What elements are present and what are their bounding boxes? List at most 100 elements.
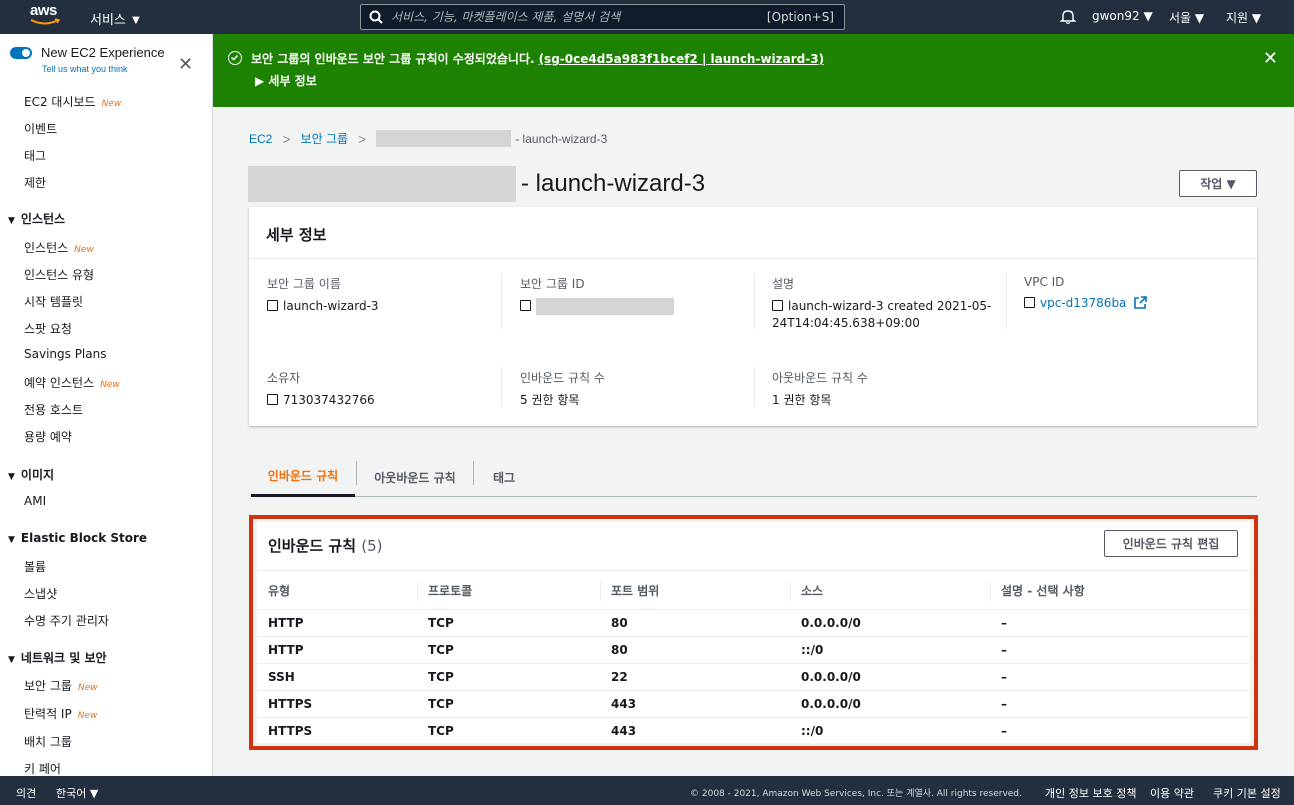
cell-source: ::/0 <box>790 636 990 664</box>
actions-button[interactable]: 작업 ▼ <box>1179 170 1257 197</box>
cell-protocol: TCP <box>417 609 600 637</box>
new-badge: New <box>100 380 120 390</box>
sidebar: New EC2 Experience Tell us what you thin… <box>0 34 213 776</box>
external-link-icon[interactable] <box>1134 296 1148 309</box>
cookie-preferences-link[interactable]: 쿠키 기본 설정 <box>1213 785 1281 801</box>
copy-icon[interactable] <box>772 300 783 311</box>
terms-link[interactable]: 이용 약관 <box>1150 785 1194 801</box>
sidebar-item-dedicated-hosts[interactable]: 전용 호스트 <box>24 401 83 418</box>
divider <box>1006 273 1007 329</box>
sidebar-section-instances[interactable]: ▼ 인스턴스 <box>8 210 65 227</box>
caret-down-icon: ▼ <box>8 216 15 226</box>
sidebar-item-ami[interactable]: AMI <box>24 494 46 508</box>
sidebar-section-network-security[interactable]: ▼ 네트워크 및 보안 <box>8 649 107 666</box>
new-badge: New <box>77 683 98 693</box>
rules-count: (5) <box>361 537 383 555</box>
sidebar-item-elastic-ips[interactable]: 탄력적 IP New <box>24 705 97 722</box>
vpc-link[interactable]: vpc-d13786ba <box>1040 296 1126 310</box>
copy-icon[interactable] <box>1024 297 1035 308</box>
sidebar-item-key-pairs[interactable]: 키 페어 <box>24 760 61 776</box>
copy-icon[interactable] <box>520 300 531 311</box>
search-input[interactable] <box>391 10 767 24</box>
page-title: - launch-wizard-3 <box>521 170 706 197</box>
support-menu[interactable]: 지원 ▼ <box>1226 9 1261 26</box>
inbound-rules-table: 유형 프로토콜 포트 범위 소스 설명 - 선택 사항 HTTP TCP 80 … <box>257 570 1250 745</box>
sidebar-item-limits[interactable]: 제한 <box>24 174 46 191</box>
column-header-type[interactable]: 유형 <box>257 570 417 610</box>
language-select[interactable]: 한국어 ▼ <box>56 785 98 801</box>
user-menu[interactable]: gwon92 ▼ <box>1092 9 1153 23</box>
feedback-link[interactable]: Tell us what you think <box>42 64 128 74</box>
flash-message: 보안 그룹의 인바운드 보안 그룹 규칙이 수정되었습니다. (sg-0ce4d5… <box>251 52 825 66</box>
chevron-right-icon: > <box>358 130 367 147</box>
divider <box>754 273 755 329</box>
divider <box>501 367 502 407</box>
sidebar-section-ebs[interactable]: ▼ Elastic Block Store <box>8 531 147 545</box>
sidebar-item-volumes[interactable]: 볼륨 <box>24 558 46 575</box>
column-header-protocol[interactable]: 프로토콜 <box>417 570 600 610</box>
sidebar-item-placement-groups[interactable]: 배치 그룹 <box>24 733 72 750</box>
tab-outbound-rules[interactable]: 아웃바운드 규칙 <box>357 457 473 497</box>
field-sg-name: 보안 그룹 이름 launch-wizard-3 <box>267 277 379 313</box>
cell-description: – <box>990 717 1250 745</box>
cell-source: ::/0 <box>790 717 990 745</box>
inbound-rules-panel: 인바운드 규칙 (5) 인바운드 규칙 편집 유형 프로토콜 포트 범위 소스 … <box>257 522 1250 745</box>
check-circle-icon <box>228 51 242 65</box>
aws-logo[interactable]: aws <box>30 3 62 31</box>
breadcrumb: EC2 > 보안 그룹 > - launch-wizard-3 <box>249 130 607 147</box>
sidebar-item-snapshots[interactable]: 스냅샷 <box>24 585 57 602</box>
footer: 의견 한국어 ▼ © 2008 - 2021, Amazon Web Servi… <box>0 776 1294 805</box>
cell-type: HTTP <box>257 636 417 664</box>
copy-icon[interactable] <box>267 394 278 405</box>
tab-inbound-rules[interactable]: 인바운드 규칙 <box>251 457 355 497</box>
field-outbound-count: 아웃바운드 규칙 수 1 권한 항목 <box>772 371 868 407</box>
bell-icon[interactable] <box>1059 9 1077 27</box>
tab-bar: 인바운드 규칙 아웃바운드 규칙 태그 <box>251 457 1257 497</box>
cell-source: 0.0.0.0/0 <box>790 609 990 637</box>
new-badge: New <box>74 245 94 255</box>
details-heading: 세부 정보 <box>249 207 1257 259</box>
new-badge: New <box>101 99 122 109</box>
region-menu[interactable]: 서울 ▼ <box>1169 9 1204 26</box>
field-vpc-id: VPC ID vpc-d13786ba <box>1024 275 1264 312</box>
copy-icon[interactable] <box>267 300 278 311</box>
tab-tags[interactable]: 태그 <box>474 457 534 497</box>
sidebar-item-capacity-reservations[interactable]: 용량 예약 <box>24 428 72 445</box>
cell-port-range: 22 <box>600 663 790 691</box>
breadcrumb-security-groups[interactable]: 보안 그룹 <box>301 130 349 147</box>
security-group-link[interactable]: (sg-0ce4d5a983f1bcef2 | launch-wizard-3) <box>539 52 825 66</box>
sidebar-item-savings-plans[interactable]: Savings Plans <box>24 347 106 361</box>
field-owner: 소유자 713037432766 <box>267 371 375 407</box>
privacy-link[interactable]: 개인 정보 보호 정책 <box>1045 785 1136 801</box>
flash-details-toggle[interactable]: ▶ 세부 정보 <box>255 72 317 89</box>
sidebar-item-security-groups[interactable]: 보안 그룹 New <box>24 677 98 694</box>
close-icon[interactable]: ✕ <box>178 54 193 75</box>
sidebar-item-reserved-instances[interactable]: 예약 인스턴스 New <box>24 374 120 391</box>
column-header-source[interactable]: 소스 <box>790 570 990 610</box>
sidebar-item-spot-requests[interactable]: 스팟 요청 <box>24 320 72 337</box>
sidebar-item-lifecycle-manager[interactable]: 수명 주기 관리자 <box>24 612 109 629</box>
caret-down-icon: ▼ <box>8 535 15 545</box>
field-sg-id: 보안 그룹 ID <box>520 275 760 315</box>
sidebar-item-dashboard[interactable]: EC2 대시보드 New <box>24 93 121 110</box>
sidebar-item-events[interactable]: 이벤트 <box>24 120 57 137</box>
new-experience-toggle-row: New EC2 Experience Tell us what you thin… <box>10 44 205 78</box>
sidebar-section-images[interactable]: ▼ 이미지 <box>8 466 54 483</box>
global-search[interactable]: [Option+S] <box>360 4 845 30</box>
cell-description: – <box>990 636 1250 664</box>
inbound-rules-heading: 인바운드 규칙 (5) <box>268 537 383 555</box>
edit-inbound-rules-button[interactable]: 인바운드 규칙 편집 <box>1104 530 1238 557</box>
breadcrumb-ec2[interactable]: EC2 <box>249 132 272 146</box>
sidebar-item-instance-types[interactable]: 인스턴스 유형 <box>24 266 94 283</box>
new-experience-toggle[interactable] <box>10 47 32 59</box>
column-header-description[interactable]: 설명 - 선택 사항 <box>990 570 1250 610</box>
close-icon[interactable]: ✕ <box>1263 48 1278 69</box>
chevron-right-icon: > <box>282 130 291 147</box>
services-menu[interactable]: 서비스 ▼ <box>90 9 142 28</box>
column-header-port-range[interactable]: 포트 범위 <box>600 570 790 610</box>
sidebar-item-launch-templates[interactable]: 시작 템플릿 <box>24 293 83 310</box>
feedback-link[interactable]: 의견 <box>16 785 36 801</box>
sidebar-item-tags[interactable]: 태그 <box>24 147 46 164</box>
caret-down-icon: ▼ <box>8 655 15 665</box>
sidebar-item-instances[interactable]: 인스턴스 New <box>24 239 94 256</box>
